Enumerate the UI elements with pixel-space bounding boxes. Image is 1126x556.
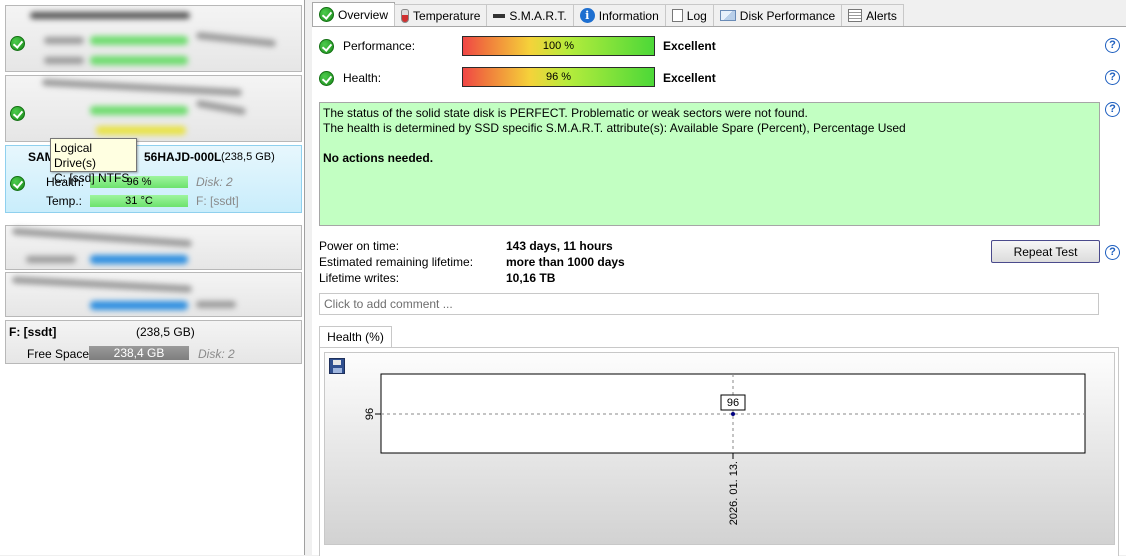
- tab-label: Log: [686, 8, 707, 23]
- status-message-box: The status of the solid state disk is PE…: [319, 102, 1100, 226]
- blurred-disk-name: [11, 227, 193, 248]
- disk-size: (238,5 GB): [221, 151, 275, 163]
- tab-label: Temperature: [413, 8, 481, 23]
- blurred-disk-name: [30, 12, 190, 19]
- disk-ok-icon: [10, 176, 25, 191]
- tab-label: Alerts: [866, 8, 897, 23]
- tab-information[interactable]: i Information: [572, 4, 666, 26]
- chart-tab-health[interactable]: Health (%): [319, 326, 392, 348]
- remaining-lifetime-label: Estimated remaining lifetime:: [319, 255, 474, 269]
- disk-ok-icon: [10, 106, 25, 121]
- status-action: No actions needed.: [323, 151, 434, 165]
- alerts-icon: [848, 9, 863, 22]
- performance-bar: 100 %: [462, 36, 655, 56]
- blurred-temp-bar: [96, 126, 186, 135]
- blurred-disk-name: [41, 78, 243, 97]
- tab-label: Information: [598, 8, 659, 23]
- tab-overview[interactable]: Overview: [312, 2, 396, 26]
- lifetime-writes-label: Lifetime writes:: [319, 271, 400, 285]
- comment-field[interactable]: Click to add comment ...: [319, 293, 1099, 315]
- disk-number: Disk: 2: [196, 175, 233, 189]
- logical-drive-tooltip: Logical Drive(s) C: [ssd] NTFS: [50, 138, 137, 185]
- partition-size: (238,5 GB): [136, 325, 195, 339]
- performance-label: Performance:: [343, 39, 416, 53]
- main-tabs: Overview Temperature S.M.A.R.T. i Inform…: [312, 2, 904, 26]
- partition-card[interactable]: F: [ssdt] (238,5 GB) Free Space 238,4 GB…: [5, 320, 302, 364]
- performance-ok-icon: [319, 39, 334, 54]
- blurred-text: [195, 99, 247, 116]
- lifetime-writes-value: 10,16 TB: [506, 271, 556, 285]
- partition-label: F: [ssdt]: [196, 194, 239, 208]
- free-space-bar: 238,4 GB: [89, 346, 189, 360]
- blurred-disk-name: [11, 276, 193, 293]
- y-tick-label: 96: [364, 408, 376, 420]
- health-bar: 96 %: [462, 67, 655, 87]
- data-point: [731, 412, 735, 416]
- temp-label: Temp.:: [46, 194, 83, 208]
- free-space-label: Free Space: [27, 347, 90, 361]
- partition-name: F: [ssdt]: [9, 325, 57, 339]
- blurred-text: [196, 301, 236, 308]
- tab-label: S.M.A.R.T.: [509, 8, 567, 23]
- remaining-lifetime-value: more than 1000 days: [506, 255, 625, 269]
- tab-label: Overview: [338, 7, 389, 22]
- disk-ok-icon: [10, 36, 25, 51]
- tab-temperature[interactable]: Temperature: [394, 4, 488, 26]
- repeat-test-button[interactable]: Repeat Test: [991, 240, 1100, 263]
- tooltip-drive: C: [ssd] NTFS: [54, 171, 130, 185]
- status-line: The health is determined by SSD specific…: [323, 121, 906, 135]
- thermometer-icon: [401, 8, 410, 23]
- blurred-bar: [90, 255, 188, 264]
- info-icon: i: [579, 8, 595, 23]
- help-icon[interactable]: ?: [1105, 102, 1120, 117]
- disk-card-5[interactable]: [5, 272, 302, 317]
- partition-disk-number: Disk: 2: [198, 347, 235, 361]
- health-label: Health:: [343, 71, 382, 85]
- blurred-text: [44, 57, 84, 64]
- status-line: The status of the solid state disk is PE…: [323, 106, 808, 120]
- disk-list-panel: SAM 56HAJD-000L (238,5 GB) Health: 96 % …: [0, 0, 305, 555]
- performance-icon: [719, 10, 736, 21]
- check-icon: [319, 7, 334, 22]
- disk-card-4[interactable]: [5, 225, 302, 270]
- help-icon[interactable]: ?: [1105, 70, 1120, 85]
- smart-icon: [493, 13, 506, 18]
- blurred-text: [195, 31, 277, 48]
- document-icon: [671, 9, 683, 22]
- tab-log[interactable]: Log: [664, 4, 714, 26]
- chart-panel: 96 2026. 01. 13. 96: [319, 347, 1119, 556]
- blurred-bar: [90, 301, 188, 310]
- help-icon[interactable]: ?: [1105, 245, 1120, 260]
- health-chart: 96 2026. 01. 13. 96: [364, 373, 1086, 525]
- tab-disk-performance[interactable]: Disk Performance: [712, 4, 843, 26]
- tooltip-title: Logical Drive(s): [54, 141, 96, 170]
- blurred-text: [44, 37, 84, 44]
- tab-smart[interactable]: S.M.A.R.T.: [486, 4, 574, 26]
- tab-alerts[interactable]: Alerts: [841, 4, 904, 26]
- disk-model: 56HAJD-000L: [144, 150, 222, 164]
- performance-rating: Excellent: [663, 39, 716, 53]
- temp-bar: 31 °C: [90, 195, 188, 207]
- health-rating: Excellent: [663, 71, 716, 85]
- x-tick-label: 2026. 01. 13.: [728, 461, 740, 525]
- overview-panel: Performance: 100 % Excellent ? Health: 9…: [312, 26, 1126, 556]
- blurred-temp-bar: [90, 56, 188, 65]
- data-label: 96: [727, 397, 739, 409]
- power-on-value: 143 days, 11 hours: [506, 239, 613, 253]
- disk-card-1[interactable]: [5, 5, 302, 72]
- chart-area: 96 2026. 01. 13. 96: [324, 352, 1115, 545]
- blurred-text: [26, 256, 76, 263]
- blurred-health-bar: [90, 106, 188, 115]
- help-icon[interactable]: ?: [1105, 38, 1120, 53]
- disk-card-2[interactable]: [5, 75, 302, 142]
- tab-label: Disk Performance: [739, 8, 836, 23]
- power-on-label: Power on time:: [319, 239, 400, 253]
- blurred-health-bar: [90, 36, 188, 45]
- health-ok-icon: [319, 71, 334, 86]
